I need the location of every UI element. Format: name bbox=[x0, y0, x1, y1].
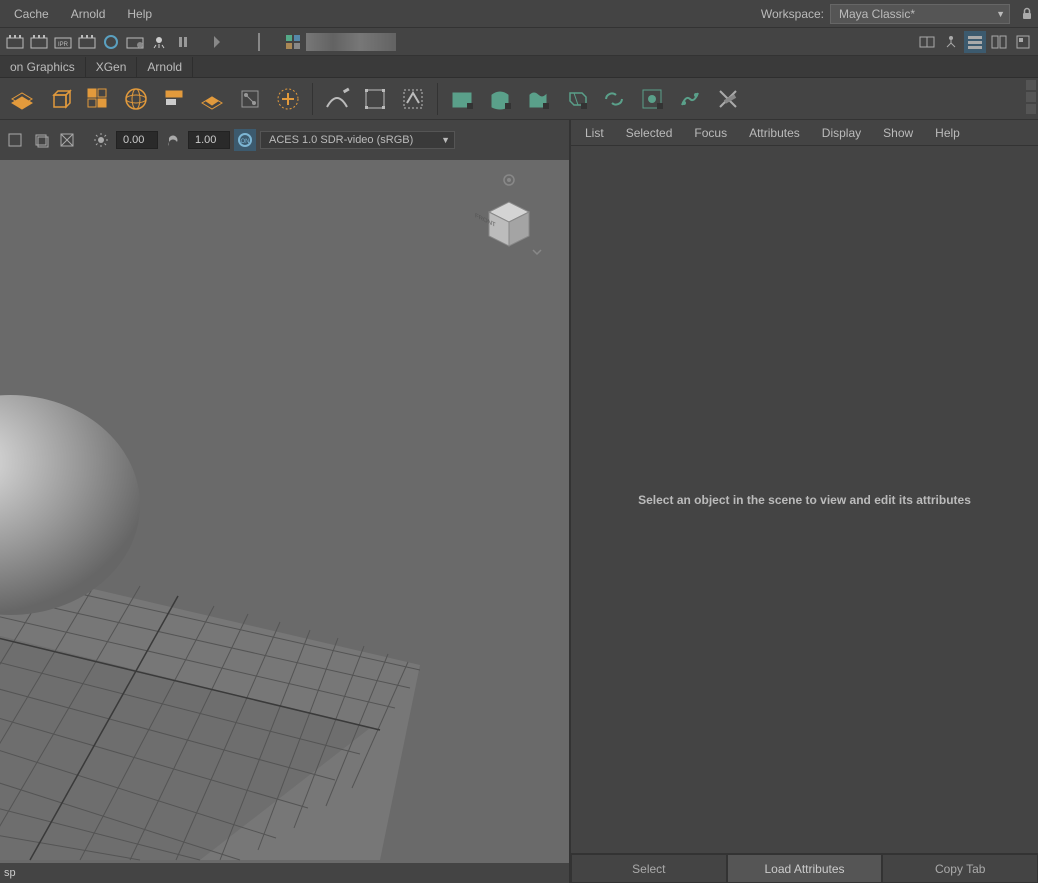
lock-icon[interactable] bbox=[1020, 7, 1034, 21]
attribute-editor-toggle-icon[interactable] bbox=[964, 31, 986, 53]
shelf-separator bbox=[437, 83, 438, 115]
exposure-icon[interactable] bbox=[90, 129, 112, 151]
shelf-bullet-rigid-icon[interactable] bbox=[446, 83, 478, 115]
attr-menu-selected[interactable]: Selected bbox=[616, 122, 683, 144]
menu-help[interactable]: Help bbox=[117, 3, 162, 25]
shelf-tab-xgen[interactable]: XGen bbox=[86, 57, 138, 77]
copy-tab-button[interactable]: Copy Tab bbox=[882, 854, 1038, 883]
ipr-render-icon[interactable]: IPR bbox=[52, 31, 74, 53]
shelf-poly-plane-icon[interactable] bbox=[6, 83, 38, 115]
chevron-down-icon: ▼ bbox=[996, 9, 1005, 19]
shelf-bullet-cloth-icon[interactable] bbox=[522, 83, 554, 115]
viewport-footer: sp bbox=[0, 863, 569, 883]
shelf-tab-arnold[interactable]: Arnold bbox=[137, 57, 193, 77]
render-frame-icon[interactable] bbox=[4, 31, 26, 53]
attr-menu-focus[interactable]: Focus bbox=[684, 122, 737, 144]
shelf-scroll bbox=[1026, 80, 1036, 114]
viewport-camera-label: sp bbox=[4, 867, 16, 879]
hypershade-icon[interactable] bbox=[100, 31, 122, 53]
render-sequence-icon[interactable] bbox=[28, 31, 50, 53]
light-editor-icon[interactable] bbox=[148, 31, 170, 53]
viewport-toolbar: ON ACES 1.0 SDR-video (sRGB) ▼ bbox=[0, 120, 569, 160]
select-button[interactable]: Select bbox=[571, 854, 727, 883]
attr-menu-list[interactable]: List bbox=[575, 122, 614, 144]
svg-text:IPR: IPR bbox=[58, 42, 69, 48]
menu-arnold[interactable]: Arnold bbox=[61, 3, 116, 25]
shelf-add-mash-icon[interactable] bbox=[272, 83, 304, 115]
shelf-scroll-up[interactable] bbox=[1026, 80, 1036, 90]
pause-icon[interactable] bbox=[172, 31, 194, 53]
outliner-toggle-icon[interactable] bbox=[940, 31, 962, 53]
gamma-field[interactable] bbox=[188, 131, 230, 149]
shelf-poly-cube-icon[interactable] bbox=[44, 83, 76, 115]
svg-text:ON: ON bbox=[241, 139, 250, 145]
isolate-select-icon[interactable] bbox=[4, 129, 26, 151]
status-line: IPR bbox=[0, 28, 1038, 56]
shelf-type-icon[interactable] bbox=[158, 83, 190, 115]
shelf-curve-tool-icon[interactable] bbox=[321, 83, 353, 115]
slider-track-icon[interactable] bbox=[248, 31, 270, 53]
gamma-icon[interactable] bbox=[162, 129, 184, 151]
exposure-field[interactable] bbox=[116, 131, 158, 149]
load-attributes-button[interactable]: Load Attributes bbox=[727, 854, 883, 883]
shelf-bullet-constraint-icon[interactable] bbox=[598, 83, 630, 115]
shelf-bullet-ragdoll-icon[interactable] bbox=[674, 83, 706, 115]
shelf-tabs: on Graphics XGen Arnold bbox=[0, 56, 1038, 78]
main-menubar: Cache Arnold Help Workspace: Maya Classi… bbox=[0, 0, 1038, 28]
xray-icon[interactable] bbox=[30, 129, 52, 151]
slider-handle-icon[interactable] bbox=[206, 31, 228, 53]
shelf-curve-edit-icon[interactable] bbox=[359, 83, 391, 115]
main-area: ON ACES 1.0 SDR-video (sRGB) ▼ bbox=[0, 120, 1038, 883]
shelf-bullet-collider-icon[interactable] bbox=[560, 83, 592, 115]
viewcube[interactable]: FRONT RIGHT bbox=[473, 172, 545, 262]
workspace-dropdown[interactable]: Maya Classic* ▼ bbox=[830, 4, 1010, 24]
attribute-editor-body: Select an object in the scene to view an… bbox=[571, 146, 1038, 853]
shelf-tab-motion-graphics[interactable]: on Graphics bbox=[0, 57, 86, 77]
render-setup-icon[interactable] bbox=[124, 31, 146, 53]
attr-menu-show[interactable]: Show bbox=[873, 122, 923, 144]
panel-layout-icon[interactable] bbox=[916, 31, 938, 53]
shelf-trail-icon[interactable] bbox=[234, 83, 266, 115]
render-settings-icon[interactable] bbox=[76, 31, 98, 53]
attribute-editor-menu: List Selected Focus Attributes Display S… bbox=[571, 120, 1038, 146]
menu-cache[interactable]: Cache bbox=[4, 3, 59, 25]
shelf bbox=[0, 78, 1038, 120]
toolbar-extras bbox=[306, 33, 396, 51]
viewport-canvas[interactable]: FRONT RIGHT bbox=[0, 160, 569, 863]
shelf-separator bbox=[312, 83, 313, 115]
shelf-scroll-mid[interactable] bbox=[1026, 92, 1036, 102]
color-management-toggle-icon[interactable]: ON bbox=[234, 129, 256, 151]
shelf-scroll-down[interactable] bbox=[1026, 104, 1036, 114]
construction-history-icon[interactable] bbox=[282, 31, 304, 53]
wireframe-icon[interactable] bbox=[56, 129, 78, 151]
shelf-svg-icon[interactable] bbox=[196, 83, 228, 115]
colorspace-value: ACES 1.0 SDR-video (sRGB) bbox=[269, 134, 413, 146]
shelf-bullet-soft-icon[interactable] bbox=[484, 83, 516, 115]
chevron-down-icon: ▼ bbox=[441, 135, 450, 145]
attribute-editor-footer: Select Load Attributes Copy Tab bbox=[571, 853, 1038, 883]
tool-settings-toggle-icon[interactable] bbox=[988, 31, 1010, 53]
workspace-value: Maya Classic* bbox=[839, 7, 915, 21]
colorspace-dropdown[interactable]: ACES 1.0 SDR-video (sRGB) ▼ bbox=[260, 131, 455, 149]
channel-box-toggle-icon[interactable] bbox=[1012, 31, 1034, 53]
shelf-mash-create-icon[interactable] bbox=[82, 83, 114, 115]
shelf-bullet-solver-icon[interactable] bbox=[636, 83, 668, 115]
shelf-sphere-icon[interactable] bbox=[120, 83, 152, 115]
attribute-editor: List Selected Focus Attributes Display S… bbox=[571, 120, 1038, 883]
attr-menu-attributes[interactable]: Attributes bbox=[739, 122, 810, 144]
attribute-editor-placeholder: Select an object in the scene to view an… bbox=[638, 493, 971, 507]
attr-menu-help[interactable]: Help bbox=[925, 122, 970, 144]
attr-menu-display[interactable]: Display bbox=[812, 122, 871, 144]
shelf-bullet-delete-icon[interactable] bbox=[712, 83, 744, 115]
workspace-label: Workspace: bbox=[761, 7, 824, 21]
viewport-panel: ON ACES 1.0 SDR-video (sRGB) ▼ bbox=[0, 120, 571, 883]
shelf-curve-warp-icon[interactable] bbox=[397, 83, 429, 115]
